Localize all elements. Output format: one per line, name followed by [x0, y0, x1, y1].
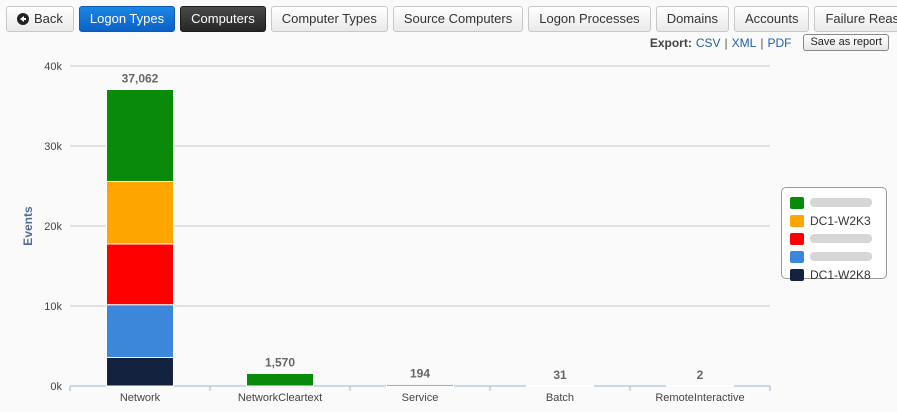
legend-redacted-label	[810, 234, 872, 243]
chart-legend: DC1-W2K3 DC1-W2K8	[781, 187, 887, 282]
legend-swatch-green	[790, 196, 804, 209]
stacked-bar-chart: 0k 10k 20k 30k 40k Events 37,062 Network 1,570 Ne…	[21, 61, 771, 404]
bar-segment	[386, 383, 454, 387]
legend-redacted-label	[810, 252, 872, 261]
bar-segment	[666, 384, 734, 387]
bar-segment	[106, 181, 174, 245]
bar-total-label: 2	[697, 368, 704, 382]
bar-segment	[106, 243, 174, 306]
legend-label: DC1-W2K3	[810, 213, 871, 228]
legend-item[interactable]: DC1-W2K8	[790, 266, 886, 283]
bar-total-label: 31	[553, 368, 567, 382]
legend-item[interactable]	[790, 248, 886, 265]
legend-swatch-blue	[790, 250, 804, 263]
legend-redacted-label	[810, 198, 872, 207]
y-tick-label: 40k	[44, 61, 62, 73]
bar-segment	[246, 372, 314, 387]
legend-swatch-red	[790, 232, 804, 245]
bar-total-label: 1,570	[265, 355, 295, 369]
legend-item[interactable]	[790, 230, 886, 247]
legend-swatch-orange	[790, 214, 804, 227]
y-axis-title: Events	[21, 206, 35, 246]
x-tick-label: NetworkCleartext	[238, 392, 322, 404]
y-tick-label: 0k	[50, 381, 62, 393]
legend-label: DC1-W2K8	[810, 267, 871, 282]
x-tick-label: RemoteInteractive	[655, 392, 744, 404]
report-page: Back Logon Types Computers Computer Type…	[0, 0, 897, 412]
bar-segment	[106, 89, 174, 183]
bar-segment	[526, 384, 594, 387]
bar-segment	[106, 357, 174, 387]
y-tick-label: 30k	[44, 141, 62, 153]
y-tick-label: 10k	[44, 301, 62, 313]
bar-segment	[106, 304, 174, 359]
legend-item[interactable]	[790, 194, 886, 211]
legend-swatch-navy	[790, 268, 804, 281]
bar-total-label: 194	[410, 366, 430, 380]
x-tick-label: Network	[120, 392, 161, 404]
x-tick-label: Batch	[546, 392, 574, 404]
y-tick-label: 20k	[44, 221, 62, 233]
bar-total-label: 37,062	[122, 72, 159, 86]
legend-item[interactable]: DC1-W2K3	[790, 212, 886, 229]
x-tick-label: Service	[402, 392, 439, 404]
